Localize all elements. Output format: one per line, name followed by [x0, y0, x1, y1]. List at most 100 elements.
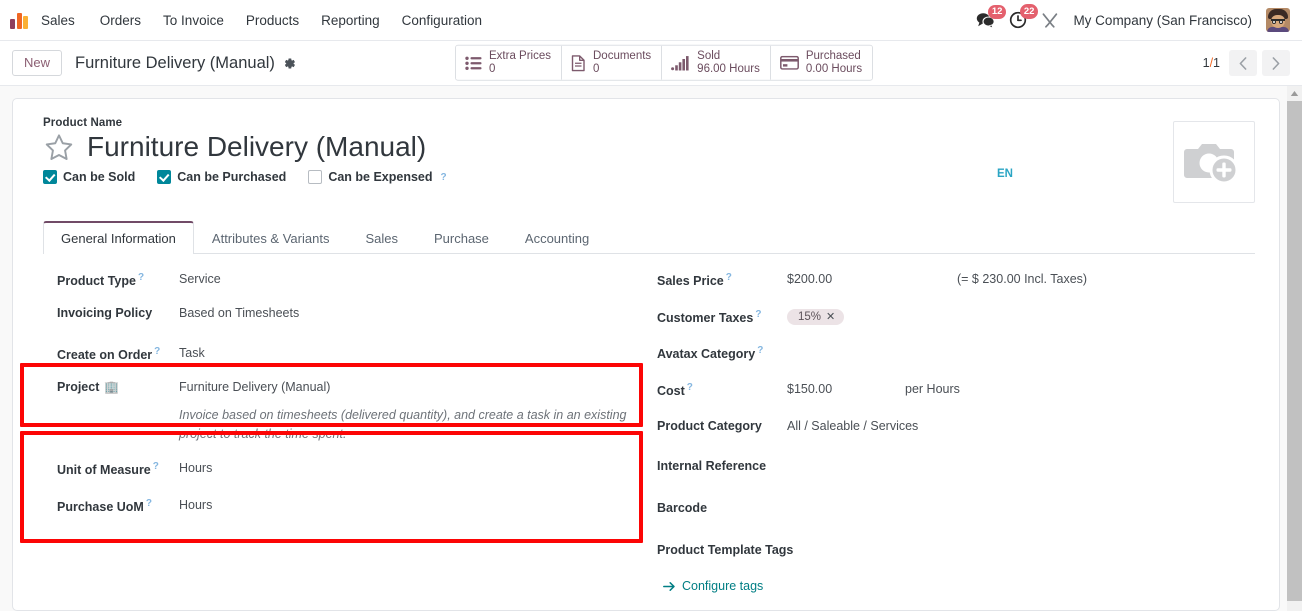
checkbox-box[interactable]	[157, 170, 172, 185]
new-button[interactable]: New	[12, 49, 63, 77]
cost-amount[interactable]: $150.00	[787, 380, 879, 399]
sales-price-incl-taxes: (= $ 230.00 Incl. Taxes)	[957, 272, 1088, 286]
sales-bar-chart-icon[interactable]	[10, 11, 32, 29]
tab-general-information[interactable]: General Information	[43, 221, 194, 254]
field-value-create-on-order[interactable]: Task	[179, 344, 205, 363]
building-icon: 🏢	[104, 380, 120, 394]
close-icon[interactable]: ✕	[826, 311, 835, 323]
checkbox-can-be-expensed[interactable]: Can be Expensed ?	[308, 170, 447, 185]
messages-badge: 12	[987, 4, 1007, 19]
title-line: Furniture Delivery (Manual)	[43, 131, 997, 163]
checkbox-label: Can be Expensed	[328, 170, 433, 185]
field-value-project[interactable]: Furniture Delivery (Manual)	[179, 378, 330, 397]
help-icon[interactable]: ?	[757, 345, 763, 356]
product-image-upload[interactable]	[1173, 121, 1255, 203]
product-name-caption: Product Name	[43, 117, 123, 129]
page-title[interactable]: Furniture Delivery (Manual)	[87, 131, 426, 163]
notebook-tabs: General Information Attributes & Variant…	[43, 221, 1255, 254]
stat-value: 96.00 Hours	[697, 63, 760, 75]
pager: 1/1	[1203, 50, 1290, 76]
gear-icon[interactable]	[283, 57, 296, 70]
label-text: Project	[57, 380, 100, 394]
field-value-unit-of-measure[interactable]: Hours	[179, 459, 212, 478]
nav-item-reporting[interactable]: Reporting	[310, 7, 391, 34]
field-value-invoicing-policy[interactable]: Based on Timesheets	[179, 304, 299, 323]
field-unit-of-measure: Unit of Measure? Hours	[57, 459, 639, 483]
configure-tags-link[interactable]: Configure tags	[663, 579, 763, 593]
stat-label: Sold	[697, 49, 721, 62]
field-value-cost[interactable]: $150.00 per Hours	[787, 380, 960, 399]
activities-badge: 22	[1019, 4, 1039, 19]
nav-item-configuration[interactable]: Configuration	[391, 7, 493, 34]
field-sales-price: Sales Price? $200.00 (= $ 230.00 Incl. Ta…	[657, 270, 1255, 294]
field-label: Sales Price?	[657, 270, 787, 291]
vertical-scrollbar[interactable]	[1287, 86, 1302, 611]
tools-button[interactable]	[1041, 12, 1059, 29]
company-switcher[interactable]: My Company (San Francisco)	[1073, 13, 1252, 28]
breadcrumb-title: Furniture Delivery (Manual)	[75, 53, 275, 72]
tax-tag-label: 15%	[798, 311, 822, 323]
help-icon[interactable]: ?	[687, 382, 693, 393]
field-barcode: Barcode	[657, 499, 1255, 523]
stat-button-extra-prices[interactable]: Extra Prices 0	[456, 45, 562, 81]
bar-chart-icon	[671, 55, 690, 71]
stat-button-purchased[interactable]: Purchased 0.00 Hours	[770, 45, 873, 81]
label-text: Cost	[657, 384, 685, 399]
messages-button[interactable]: 12	[976, 4, 1007, 29]
field-invoicing-policy: Invoicing Policy Based on Timesheets	[57, 304, 639, 328]
help-icon[interactable]: ?	[146, 498, 152, 509]
tab-accounting[interactable]: Accounting	[507, 221, 607, 254]
title-row: Product Name Furniture Delivery (Manual)…	[43, 117, 1255, 203]
stat-button-sold[interactable]: Sold 96.00 Hours	[662, 45, 771, 81]
project-help-text: Invoice based on timesheets (delivered q…	[179, 408, 627, 442]
chevron-left-icon	[1239, 56, 1247, 70]
field-avatax-category: Avatax Category?	[657, 343, 1255, 367]
scrollbar-thumb[interactable]	[1287, 101, 1302, 601]
nav-item-products[interactable]: Products	[235, 7, 310, 34]
field-value-purchase-uom[interactable]: Hours	[179, 496, 212, 515]
stat-button-documents[interactable]: Documents 0	[562, 45, 663, 81]
field-project: Project 🏢 Furniture Delivery (Manual)	[57, 378, 639, 402]
checkbox-can-be-purchased[interactable]: Can be Purchased	[157, 170, 286, 185]
nav-item-to-invoice[interactable]: To Invoice	[152, 7, 235, 34]
card-icon	[779, 56, 799, 70]
sales-price-amount[interactable]: $200.00	[787, 270, 879, 289]
language-badge[interactable]: EN	[997, 168, 1013, 180]
field-create-on-order: Create on Order? Task	[57, 344, 639, 368]
field-value-customer-taxes[interactable]: 15% ✕	[787, 307, 845, 325]
field-label: Project 🏢	[57, 378, 179, 397]
nav-item-sales[interactable]: Sales	[41, 7, 89, 34]
help-icon[interactable]: ?	[138, 272, 144, 283]
chevron-right-icon	[1272, 56, 1280, 70]
pager-total: 1	[1213, 56, 1220, 70]
tax-tag[interactable]: 15% ✕	[787, 309, 845, 325]
checkbox-box[interactable]	[43, 170, 57, 185]
form-sheet: Product Name Furniture Delivery (Manual)…	[12, 98, 1280, 611]
field-label: Invoicing Policy	[57, 306, 153, 320]
help-icon[interactable]: ?	[441, 172, 447, 183]
field-value-product-category[interactable]: All / Saleable / Services	[787, 417, 918, 436]
label-text: Purchase UoM	[57, 499, 144, 514]
stat-label: Documents	[593, 49, 652, 62]
tab-sales[interactable]: Sales	[347, 221, 416, 254]
tab-attributes-variants[interactable]: Attributes & Variants	[194, 221, 348, 254]
checkbox-box[interactable]	[308, 170, 323, 185]
pager-previous-button[interactable]	[1229, 50, 1257, 76]
help-icon[interactable]: ?	[153, 461, 159, 472]
help-icon[interactable]: ?	[755, 309, 761, 320]
form-sheet-wrapper: Product Name Furniture Delivery (Manual)…	[0, 86, 1302, 611]
avatar[interactable]	[1266, 8, 1290, 32]
help-icon[interactable]: ?	[154, 346, 160, 357]
tab-purchase[interactable]: Purchase	[416, 221, 507, 254]
help-icon[interactable]: ?	[726, 272, 732, 283]
star-outline-icon[interactable]	[43, 132, 75, 163]
checkbox-can-be-sold[interactable]: Can be Sold	[43, 170, 135, 185]
scrollbar-up-arrow[interactable]	[1287, 86, 1302, 101]
field-value-product-type[interactable]: Service	[179, 270, 221, 289]
pager-count: 1/1	[1203, 56, 1220, 70]
activities-button[interactable]: 22	[1009, 4, 1039, 29]
nav-item-orders[interactable]: Orders	[89, 7, 152, 34]
pager-next-button[interactable]	[1262, 50, 1290, 76]
field-value-sales-price[interactable]: $200.00 (= $ 230.00 Incl. Taxes)	[787, 270, 1087, 289]
field-label: Avatax Category?	[657, 343, 787, 364]
